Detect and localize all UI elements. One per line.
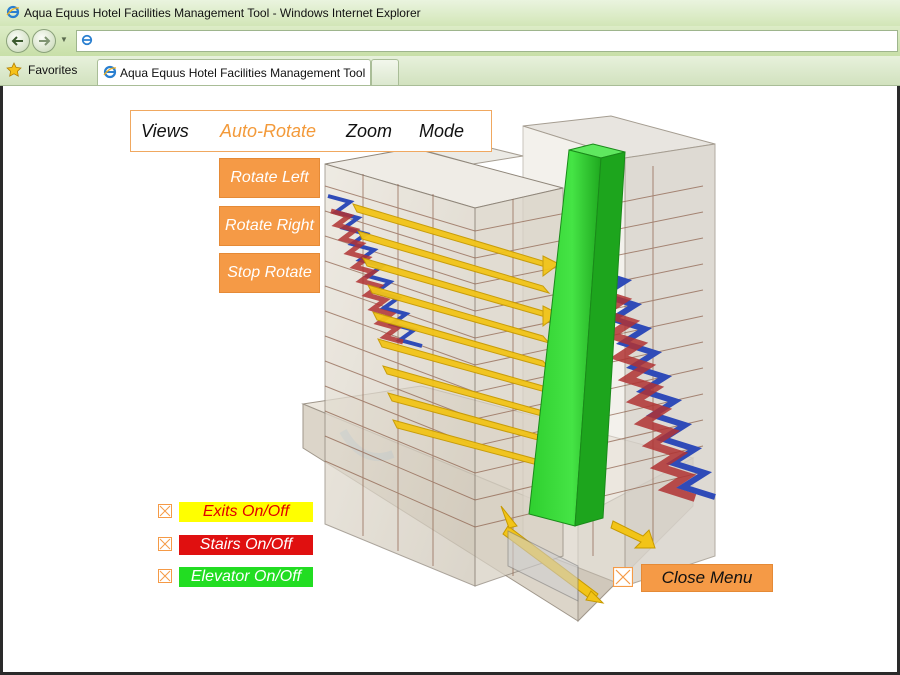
building-tower-main: [324, 147, 564, 587]
rotate-right-button[interactable]: Rotate Right: [219, 206, 320, 246]
toggle-stairs-label: Stairs On/Off: [179, 535, 313, 555]
chevron-down-icon[interactable]: ▼: [60, 35, 68, 44]
browser-window: Aqua Equus Hotel Facilities Management T…: [0, 0, 900, 675]
star-icon: [6, 62, 22, 77]
page-icon: [81, 34, 93, 46]
ie-icon: [6, 5, 20, 19]
toggle-elevator-label: Elevator On/Off: [179, 567, 313, 587]
navigation-bar: ▼: [0, 26, 900, 56]
favorites-label: Favorites: [28, 63, 78, 77]
toggle-elevator[interactable]: Elevator On/Off: [158, 567, 318, 587]
back-arrow-icon: [11, 36, 23, 46]
top-menu-bar: Views Auto-Rotate Zoom Mode: [130, 110, 492, 152]
title-bar: Aqua Equus Hotel Facilities Management T…: [0, 0, 900, 27]
menu-mode[interactable]: Mode: [419, 121, 464, 142]
toggle-exits-label: Exits On/Off: [179, 502, 313, 522]
ie-icon: [103, 65, 117, 79]
rotate-left-button[interactable]: Rotate Left: [219, 158, 320, 198]
checkbox-x-icon[interactable]: [158, 537, 172, 551]
window-title: Aqua Equus Hotel Facilities Management T…: [24, 6, 421, 20]
stop-rotate-button[interactable]: Stop Rotate: [219, 253, 320, 293]
window-border-left: [0, 86, 3, 675]
toggle-stairs[interactable]: Stairs On/Off: [158, 535, 318, 555]
tab-label: Aqua Equus Hotel Facilities Management T…: [120, 66, 366, 80]
tab-active[interactable]: Aqua Equus Hotel Facilities Management T…: [97, 59, 371, 85]
menu-zoom[interactable]: Zoom: [346, 121, 392, 142]
menu-views[interactable]: Views: [141, 121, 189, 142]
menu-auto-rotate[interactable]: Auto-Rotate: [220, 121, 316, 142]
new-tab-button[interactable]: [371, 59, 399, 85]
checkbox-x-icon[interactable]: [158, 569, 172, 583]
checkbox-x-icon[interactable]: [158, 504, 172, 518]
toggle-exits[interactable]: Exits On/Off: [158, 502, 318, 522]
close-menu-button[interactable]: Close Menu: [641, 564, 773, 592]
forward-arrow-icon: [39, 36, 51, 46]
address-bar[interactable]: [76, 30, 898, 52]
forward-button[interactable]: [32, 29, 56, 53]
checkbox-x-icon[interactable]: [613, 567, 633, 587]
tab-bar: Favorites Aqua Equus Hotel Facilities Ma…: [0, 56, 900, 86]
back-button[interactable]: [6, 29, 30, 53]
page-content: Views Auto-Rotate Zoom Mode Rotate Left …: [3, 86, 897, 672]
